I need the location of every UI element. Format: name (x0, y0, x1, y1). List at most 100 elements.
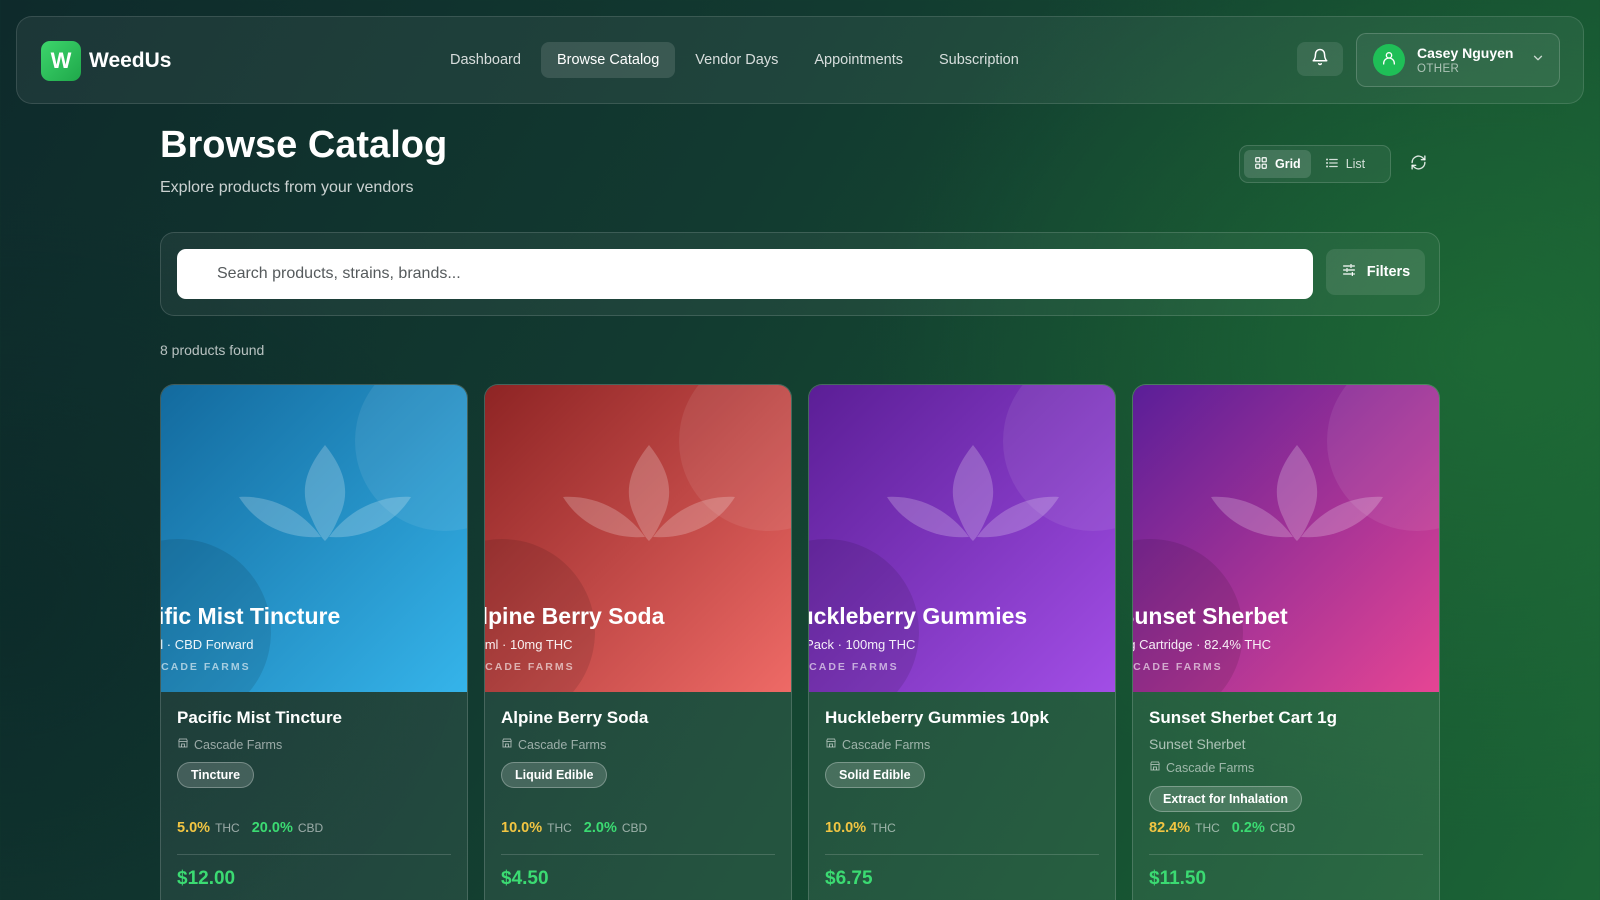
image-vendor: CASCADE FARMS (1133, 661, 1223, 673)
product-card[interactable]: Alpine Berry Soda 355ml · 10mg THC CASCA… (484, 384, 792, 900)
main-nav: Dashboard Browse Catalog Vendor Days App… (434, 42, 1035, 78)
top-navbar: W WeedUs Dashboard Browse Catalog Vendor… (16, 16, 1584, 104)
vendor-name: Cascade Farms (518, 737, 607, 752)
product-price: $11.50 (1149, 868, 1207, 889)
vendor-row: Cascade Farms (1149, 760, 1254, 775)
image-subtitle: 355ml · 10mg THC (485, 637, 573, 652)
product-name[interactable]: Sunset Sherbet Cart 1g (1149, 708, 1337, 728)
thc-label: THC (871, 821, 896, 835)
list-view-button[interactable]: List (1315, 150, 1375, 178)
cbd-label: CBD (621, 821, 648, 835)
grid-view-label: Grid (1275, 157, 1301, 171)
strain-name: Sunset Sherbet (1149, 736, 1246, 752)
potency-row: 10.0% THC 2.0% CBD (501, 820, 647, 836)
vendor-row: Cascade Farms (177, 737, 282, 752)
view-toggle: Grid List (1239, 145, 1391, 183)
product-image[interactable]: Alpine Berry Soda 355ml · 10mg THC CASCA… (485, 385, 791, 692)
cbd-value: 2.0% (583, 820, 617, 836)
vendor-name: Cascade Farms (194, 737, 283, 752)
leaf-logo-icon (239, 445, 411, 541)
filters-button[interactable]: Filters (1326, 249, 1425, 295)
product-price: $4.50 (501, 868, 549, 889)
product-card[interactable]: Pacific Mist Tincture 30ml · CBD Forward… (160, 384, 468, 900)
category-badge: Liquid Edible (501, 762, 608, 788)
user-menu[interactable]: Casey Nguyen OTHER (1356, 33, 1560, 87)
image-subtitle: 30ml · CBD Forward (161, 637, 254, 652)
results-count: 8 products found (160, 342, 265, 358)
filters-label: Filters (1366, 264, 1411, 280)
nav-vendor-days[interactable]: Vendor Days (679, 42, 794, 78)
divider (825, 854, 1099, 855)
image-title: Pacific Mist Tincture (161, 603, 341, 629)
product-image[interactable]: Pacific Mist Tincture 30ml · CBD Forward… (161, 385, 467, 692)
grid-icon (1254, 156, 1268, 173)
product-name[interactable]: Huckleberry Gummies 10pk (825, 708, 1049, 728)
bell-icon (1311, 48, 1329, 71)
product-card[interactable]: Huckleberry Gummies 10 Pack · 100mg THC … (808, 384, 1116, 900)
page-title: Browse Catalog (160, 124, 448, 166)
category-badge: Extract for Inhalation (1149, 786, 1303, 812)
thc-value: 82.4% (1149, 820, 1191, 836)
chevron-down-icon (1531, 51, 1545, 70)
nav-dashboard[interactable]: Dashboard (434, 42, 537, 78)
refresh-icon (1410, 154, 1427, 176)
thc-value: 10.0% (501, 820, 543, 836)
store-icon (1149, 760, 1161, 775)
potency-row: 10.0% THC (825, 820, 896, 836)
list-view-label: List (1345, 157, 1366, 171)
grid-view-button[interactable]: Grid (1244, 150, 1311, 178)
thc-value: 5.0% (177, 820, 211, 836)
product-price: $12.00 (177, 868, 236, 889)
image-subtitle: 1g Cartridge · 82.4% THC (1133, 637, 1272, 652)
user-icon (1381, 50, 1397, 71)
vendor-name: Cascade Farms (842, 737, 931, 752)
vendor-name: Cascade Farms (1166, 760, 1255, 775)
page-subtitle: Explore products from your vendors (160, 179, 414, 196)
cbd-label: CBD (1269, 821, 1296, 835)
potency-row: 82.4% THC 0.2% CBD (1149, 820, 1295, 836)
image-title: Huckleberry Gummies (809, 603, 1028, 629)
nav-appointments[interactable]: Appointments (798, 42, 919, 78)
brand-logo[interactable]: W (41, 41, 81, 81)
vendor-row: Cascade Farms (501, 737, 606, 752)
potency-row: 5.0% THC 20.0% CBD (177, 820, 323, 836)
thc-label: THC (547, 821, 572, 835)
nav-browse-catalog[interactable]: Browse Catalog (540, 42, 676, 78)
product-name[interactable]: Pacific Mist Tincture (177, 708, 342, 728)
product-image[interactable]: Huckleberry Gummies 10 Pack · 100mg THC … (809, 385, 1115, 692)
image-vendor: CASCADE FARMS (809, 661, 899, 673)
user-name: Casey Nguyen (1417, 44, 1514, 61)
product-card[interactable]: Sunset Sherbet 1g Cartridge · 82.4% THC … (1132, 384, 1440, 900)
divider (501, 854, 775, 855)
product-name[interactable]: Alpine Berry Soda (501, 708, 648, 728)
image-vendor: CASCADE FARMS (161, 661, 251, 673)
brand[interactable]: W WeedUs (41, 41, 171, 81)
cbd-value: 20.0% (251, 820, 293, 836)
divider (1149, 854, 1423, 855)
store-icon (501, 737, 513, 752)
product-price: $6.75 (825, 868, 873, 889)
thc-value: 10.0% (825, 820, 867, 836)
product-image[interactable]: Sunset Sherbet 1g Cartridge · 82.4% THC … (1133, 385, 1439, 692)
nav-subscription[interactable]: Subscription (923, 42, 1035, 78)
image-title: Alpine Berry Soda (485, 603, 665, 629)
store-icon (177, 737, 189, 752)
refresh-button[interactable] (1405, 152, 1431, 178)
thc-label: THC (215, 821, 240, 835)
image-subtitle: 10 Pack · 100mg THC (809, 637, 916, 652)
category-badge: Tincture (177, 762, 255, 788)
search-panel: Filters (160, 232, 1440, 316)
thc-label: THC (1195, 821, 1220, 835)
notifications-button[interactable] (1297, 42, 1343, 76)
search-input[interactable] (177, 249, 1313, 299)
avatar (1373, 44, 1405, 76)
vendor-row: Cascade Farms (825, 737, 930, 752)
leaf-logo-icon (1211, 445, 1383, 541)
store-icon (825, 737, 837, 752)
cbd-value: 0.2% (1231, 820, 1265, 836)
user-role: OTHER (1417, 62, 1460, 75)
divider (177, 854, 451, 855)
brand-name[interactable]: WeedUs (89, 49, 171, 73)
image-vendor: CASCADE FARMS (485, 661, 575, 673)
cbd-label: CBD (297, 821, 324, 835)
